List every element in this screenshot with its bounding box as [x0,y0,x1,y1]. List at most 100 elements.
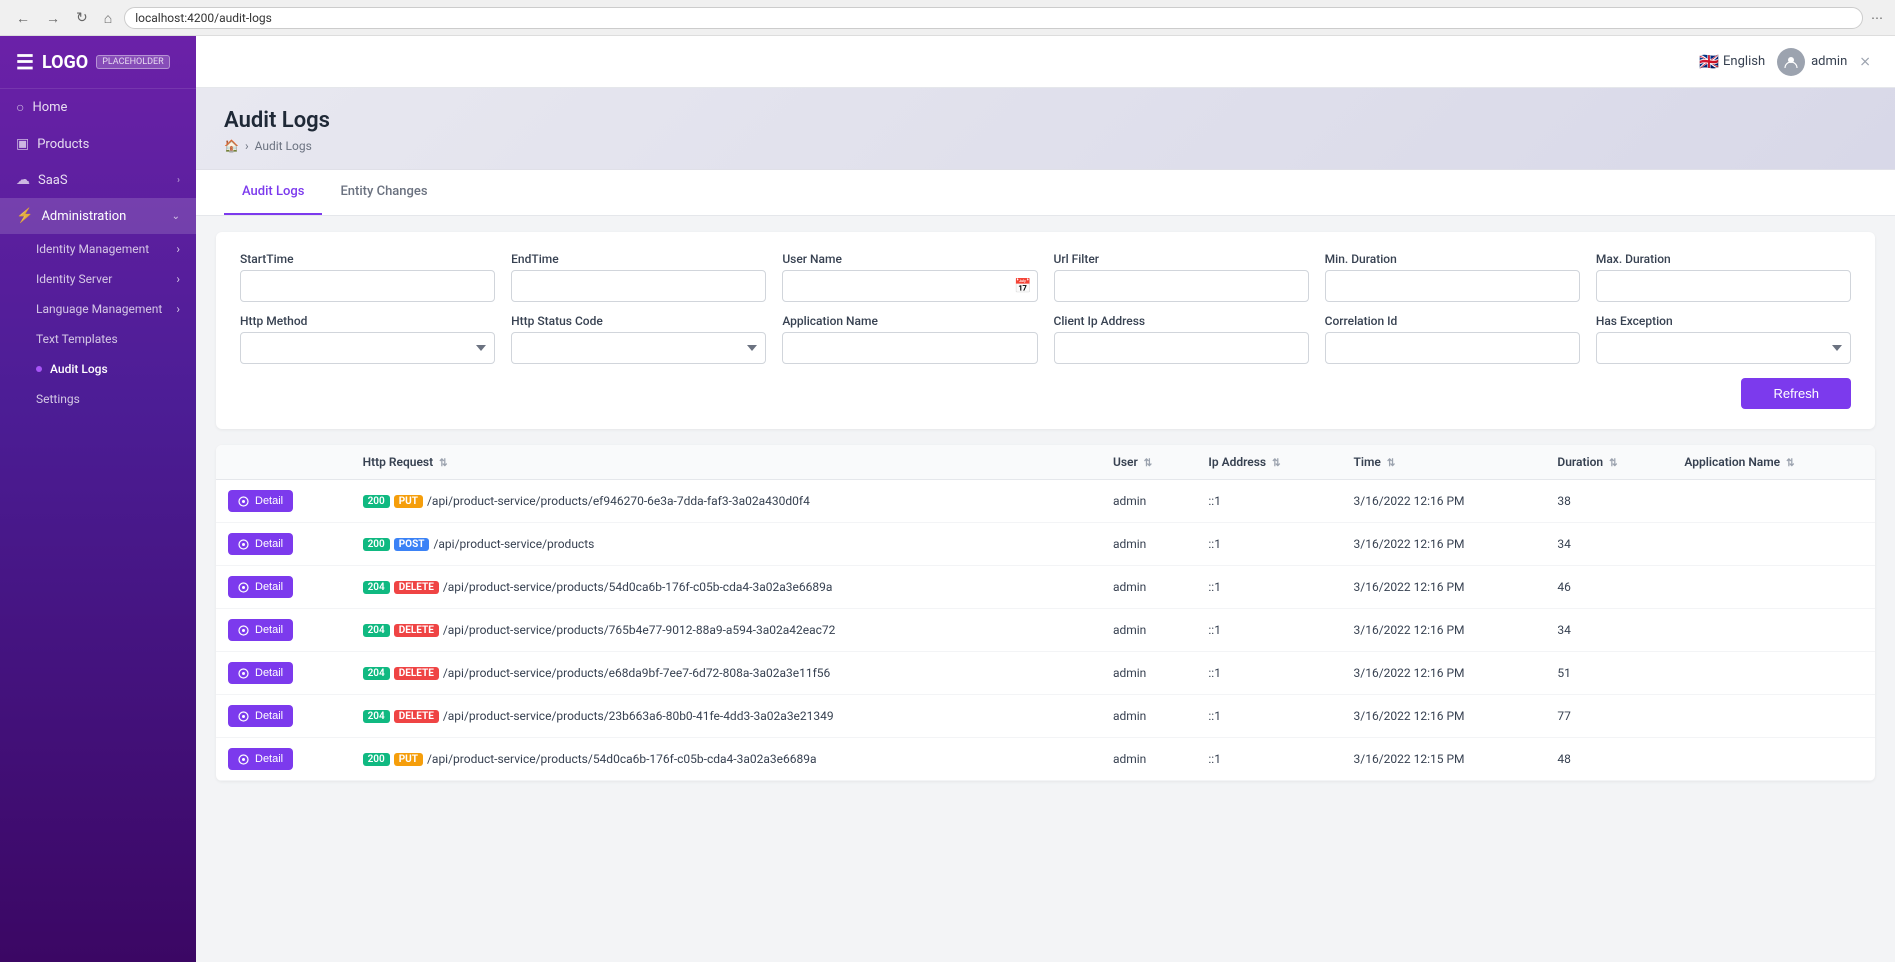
saas-icon: ☁ [16,172,30,188]
user-cell: admin [1101,480,1196,523]
browser-action-icon-1[interactable]: ⋯ [1871,11,1883,25]
detail-button[interactable]: Detail [228,490,293,512]
has-exception-select[interactable]: True False [1596,332,1851,364]
col-ip-address[interactable]: Ip Address ⇅ [1196,445,1341,480]
language-selector[interactable]: 🇬🇧 English [1699,52,1765,71]
time-cell: 3/16/2022 12:15 PM [1342,738,1546,781]
method-badge: PUT [394,495,423,508]
detail-button[interactable]: Detail [228,533,293,555]
filter-client-ip-address: Client Ip Address [1054,314,1309,364]
user-menu[interactable]: admin [1777,48,1847,76]
detail-button[interactable]: Detail [228,705,293,727]
start-time-input[interactable] [240,270,495,302]
sidebar-item-label-products: Products [37,137,89,152]
min-duration-input[interactable] [1325,270,1580,302]
end-time-input[interactable] [511,270,766,302]
back-button[interactable]: ← [12,8,34,28]
sidebar-sub-label-language-management: Language Management [36,302,162,316]
http-status-code-label: Http Status Code [511,314,766,328]
sidebar-item-text-templates[interactable]: Text Templates [0,324,196,354]
time-cell: 3/16/2022 12:16 PM [1342,652,1546,695]
client-ip-input[interactable] [1054,332,1309,364]
user-name-icon-button[interactable]: 📅 [1014,278,1031,295]
detail-button[interactable]: Detail [228,619,293,641]
table-row: Detail 200 PUT /api/product-service/prod… [216,480,1875,523]
sidebar-sub-label-audit-logs: Audit Logs [50,362,108,376]
detail-button[interactable]: Detail [228,576,293,598]
duration-cell: 77 [1545,695,1672,738]
status-code-badge: 204 [363,667,390,680]
refresh-browser-button[interactable]: ↻ [72,7,92,28]
audit-logs-table-container: Http Request ⇅ User ⇅ Ip Address ⇅ [216,445,1875,781]
home-browser-button[interactable]: ⌂ [100,8,116,28]
duration-cell: 34 [1545,609,1672,652]
http-method-select[interactable]: GET POST PUT DELETE [240,332,495,364]
hamburger-icon[interactable]: ☰ [16,50,34,74]
flag-icon: 🇬🇧 [1699,52,1719,71]
detail-button[interactable]: Detail [228,662,293,684]
col-time[interactable]: Time ⇅ [1342,445,1546,480]
refresh-button[interactable]: Refresh [1741,378,1851,409]
sidebar-item-saas[interactable]: ☁ SaaS › [0,162,196,198]
table-row: Detail 204 DELETE /api/product-service/p… [216,652,1875,695]
status-code-badge: 204 [363,624,390,637]
filter-row-2: Http Method GET POST PUT DELETE Http Sta… [240,314,1851,364]
tabs-bar: Audit Logs Entity Changes [196,170,1895,216]
correlation-id-input[interactable] [1325,332,1580,364]
detail-button[interactable]: Detail [228,748,293,770]
tab-audit-logs[interactable]: Audit Logs [224,170,322,215]
filter-http-status-code: Http Status Code 200 201 204 400 500 [511,314,766,364]
language-management-chevron-icon: › [176,302,180,316]
http-status-code-select[interactable]: 200 201 204 400 500 [511,332,766,364]
forward-button[interactable]: → [42,8,64,28]
audit-logs-dot [36,366,42,372]
start-time-label: StartTime [240,252,495,266]
method-badge: DELETE [394,667,439,680]
detail-cell: Detail [216,480,351,523]
audit-logs-table: Http Request ⇅ User ⇅ Ip Address ⇅ [216,445,1875,781]
sidebar-item-audit-logs[interactable]: Audit Logs [0,354,196,384]
tab-entity-changes[interactable]: Entity Changes [322,170,445,215]
url-text: /api/product-service/products/23b663a6-8… [443,709,834,723]
col-http-request[interactable]: Http Request ⇅ [351,445,1101,480]
sidebar-item-identity-server[interactable]: Identity Server › [0,264,196,294]
filter-row-1: StartTime EndTime User Name 📅 [240,252,1851,302]
filter-http-method: Http Method GET POST PUT DELETE [240,314,495,364]
app-name-cell [1672,609,1875,652]
application-name-input[interactable] [782,332,1037,364]
col-duration[interactable]: Duration ⇅ [1545,445,1672,480]
sidebar-item-administration[interactable]: ⚡ Administration ⌄ [0,198,196,234]
sidebar-sub-label-text-templates: Text Templates [36,332,118,346]
http-request-cell: 204 DELETE /api/product-service/products… [351,695,1101,738]
expand-icon[interactable]: ⨯ [1859,54,1871,70]
filter-start-time: StartTime [240,252,495,302]
table-row: Detail 204 DELETE /api/product-service/p… [216,609,1875,652]
url-bar[interactable]: localhost:4200/audit-logs [124,7,1863,29]
filter-url-filter: Url Filter [1054,252,1309,302]
time-cell: 3/16/2022 12:16 PM [1342,566,1546,609]
table-row: Detail 204 DELETE /api/product-service/p… [216,566,1875,609]
user-cell: admin [1101,738,1196,781]
http-request-cell: 204 DELETE /api/product-service/products… [351,566,1101,609]
http-request-cell: 200 POST /api/product-service/products [351,523,1101,566]
sidebar-item-language-management[interactable]: Language Management › [0,294,196,324]
method-badge: PUT [394,753,423,766]
col-user[interactable]: User ⇅ [1101,445,1196,480]
http-request-sort-icon: ⇅ [439,458,447,469]
sidebar-item-identity-management[interactable]: Identity Management › [0,234,196,264]
detail-cell: Detail [216,695,351,738]
user-name-input[interactable] [782,270,1037,302]
user-cell: admin [1101,652,1196,695]
time-cell: 3/16/2022 12:16 PM [1342,523,1546,566]
url-filter-input[interactable] [1054,270,1309,302]
col-application-name[interactable]: Application Name ⇅ [1672,445,1875,480]
sidebar-item-home[interactable]: ○ Home [0,89,196,126]
max-duration-input[interactable] [1596,270,1851,302]
filter-panel: StartTime EndTime User Name 📅 [216,232,1875,429]
user-cell: admin [1101,609,1196,652]
breadcrumb-home-icon[interactable]: 🏠 [224,139,239,153]
sidebar-item-settings[interactable]: Settings [0,384,196,414]
sidebar-item-products[interactable]: ▣ Products [0,126,196,162]
detail-cell: Detail [216,652,351,695]
app-name-sort-icon: ⇅ [1786,458,1794,469]
